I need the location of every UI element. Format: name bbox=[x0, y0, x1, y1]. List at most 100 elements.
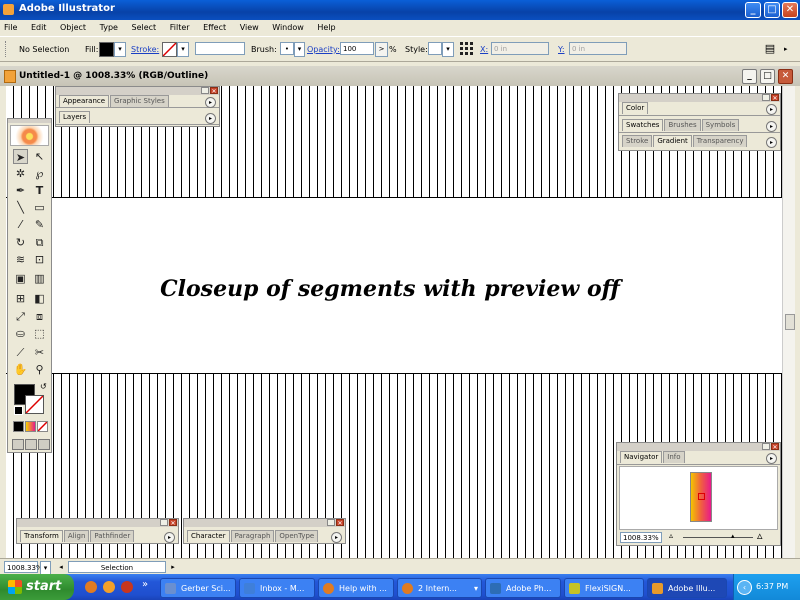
brush-swatch[interactable]: • bbox=[280, 42, 294, 55]
opacity-input[interactable]: 100 bbox=[340, 42, 374, 55]
character-menu-icon[interactable]: ▸ bbox=[331, 532, 342, 543]
y-input[interactable]: 0 in bbox=[569, 42, 627, 55]
control-palette-arrow-icon[interactable]: ▸ bbox=[784, 45, 788, 53]
navigator-menu-icon[interactable]: ▸ bbox=[766, 453, 777, 464]
transform-close-button[interactable]: ✕ bbox=[169, 519, 177, 527]
navigator-zoom-out-icon[interactable]: ▵ bbox=[669, 531, 673, 540]
type-tool-icon[interactable]: T bbox=[32, 183, 47, 198]
menu-help[interactable]: Help bbox=[317, 23, 335, 32]
paintbrush-tool-icon[interactable]: ⁄ bbox=[13, 217, 28, 232]
stroke-swatch[interactable] bbox=[162, 42, 177, 57]
navigator-zoom-field[interactable]: 1008.33% bbox=[620, 532, 662, 543]
menu-view[interactable]: View bbox=[240, 23, 259, 32]
screen-mode-full-icon[interactable] bbox=[38, 439, 50, 450]
hand-tool-icon[interactable]: ✋ bbox=[13, 362, 28, 377]
stroke-label[interactable]: Stroke: bbox=[131, 45, 159, 54]
tab-stroke[interactable]: Stroke bbox=[622, 135, 653, 147]
menu-file[interactable]: File bbox=[4, 23, 17, 32]
default-colors-icon[interactable] bbox=[14, 406, 23, 415]
quicklaunch-media-icon[interactable] bbox=[121, 581, 133, 593]
selection-tool-icon[interactable]: ➤ bbox=[13, 149, 28, 164]
opacity-label[interactable]: Opacity: bbox=[307, 45, 340, 54]
maximize-button[interactable]: □ bbox=[764, 2, 780, 18]
mesh-tool-icon[interactable]: ⊞ bbox=[13, 291, 28, 306]
character-close-button[interactable]: ✕ bbox=[336, 519, 344, 527]
pencil-tool-icon[interactable]: ✎ bbox=[32, 217, 47, 232]
tab-navigator[interactable]: Navigator bbox=[620, 451, 663, 463]
swatches-menu-icon[interactable]: ▸ bbox=[766, 121, 777, 132]
doc-close-button[interactable]: ✕ bbox=[778, 69, 793, 84]
x-input[interactable]: 0 in bbox=[491, 42, 549, 55]
doc-minimize-button[interactable]: _ bbox=[742, 69, 757, 84]
eyedropper-tool-icon[interactable]: ⤢ bbox=[13, 309, 28, 324]
tab-opentype[interactable]: OpenType bbox=[275, 530, 319, 542]
taskbar-button-gerber[interactable]: Gerber Sci... bbox=[160, 578, 236, 598]
stroke-color-box[interactable] bbox=[25, 395, 44, 414]
zoom-field[interactable]: 1008.33% bbox=[4, 561, 43, 573]
screen-mode-menu-icon[interactable] bbox=[25, 439, 37, 450]
y-label[interactable]: Y: bbox=[558, 45, 565, 54]
scale-tool-icon[interactable]: ⧉ bbox=[32, 235, 47, 250]
direct-selection-tool-icon[interactable]: ↖ bbox=[32, 149, 47, 164]
transform-menu-icon[interactable]: ▸ bbox=[164, 532, 175, 543]
swap-fill-stroke-icon[interactable]: ↺ bbox=[40, 382, 47, 391]
tray-expand-icon[interactable]: ‹ bbox=[737, 580, 752, 595]
quicklaunch-overflow-icon[interactable]: » bbox=[142, 579, 148, 590]
vertical-scrollbar[interactable] bbox=[782, 86, 795, 558]
appearance-menu-icon[interactable]: ▸ bbox=[205, 97, 216, 108]
brush-dropdown-icon[interactable]: ▾ bbox=[294, 42, 305, 57]
quicklaunch-firefox-icon[interactable] bbox=[85, 581, 97, 593]
menu-object[interactable]: Object bbox=[60, 23, 86, 32]
tab-align[interactable]: Align bbox=[63, 530, 90, 542]
color-close-button[interactable]: ✕ bbox=[771, 94, 779, 102]
navigator-preview[interactable] bbox=[619, 466, 778, 530]
opacity-arrow-icon[interactable]: > bbox=[375, 42, 388, 57]
tab-layers[interactable]: Layers bbox=[59, 111, 91, 123]
taskbar-button-help[interactable]: Help with ... bbox=[318, 578, 394, 598]
live-paint-selection-tool-icon[interactable]: ⬚ bbox=[32, 326, 47, 341]
navigator-close-button[interactable]: ✕ bbox=[771, 443, 779, 451]
zoom-tool-icon[interactable]: ⚲ bbox=[32, 362, 47, 377]
start-button[interactable]: start bbox=[0, 574, 74, 600]
style-dropdown-icon[interactable]: ▾ bbox=[442, 42, 454, 57]
quicklaunch-browser-icon[interactable] bbox=[103, 581, 115, 593]
character-minimize-button[interactable] bbox=[327, 519, 335, 526]
taskbar-button-internet[interactable]: 2 Intern... ▾ bbox=[397, 578, 482, 598]
navigator-slider-thumb[interactable]: ▴ bbox=[731, 532, 735, 540]
fill-dropdown-icon[interactable]: ▾ bbox=[114, 42, 126, 57]
column-graph-tool-icon[interactable]: ▥ bbox=[32, 271, 47, 286]
fill-swatch[interactable] bbox=[99, 42, 114, 57]
x-label[interactable]: X: bbox=[480, 45, 488, 54]
taskbar-button-inbox[interactable]: Inbox - M... bbox=[239, 578, 315, 598]
menu-edit[interactable]: Edit bbox=[31, 23, 47, 32]
tab-transparency[interactable]: Transparency bbox=[692, 135, 748, 147]
layers-menu-icon[interactable]: ▸ bbox=[205, 113, 216, 124]
status-menu-icon[interactable]: ▸ bbox=[168, 561, 178, 573]
color-mode-icon[interactable] bbox=[13, 421, 24, 432]
free-transform-tool-icon[interactable]: ⊡ bbox=[32, 252, 47, 267]
scroll-thumb[interactable] bbox=[785, 314, 795, 330]
taskbar-button-illustrator[interactable]: Adobe Illu... bbox=[647, 578, 727, 598]
taskbar-button-flexisign[interactable]: FlexiSIGN... bbox=[564, 578, 644, 598]
warp-tool-icon[interactable]: ≋ bbox=[13, 252, 28, 267]
menu-filter[interactable]: Filter bbox=[170, 23, 190, 32]
tab-brushes[interactable]: Brushes bbox=[664, 119, 701, 131]
style-swatch[interactable] bbox=[428, 42, 442, 55]
rectangle-tool-icon[interactable]: ▭ bbox=[32, 200, 47, 215]
tab-pathfinder[interactable]: Pathfinder bbox=[90, 530, 135, 542]
taskbar-button-photoshop[interactable]: Adobe Ph... bbox=[485, 578, 561, 598]
tab-swatches[interactable]: Swatches bbox=[622, 119, 664, 131]
navigator-minimize-button[interactable] bbox=[762, 443, 770, 450]
menu-type[interactable]: Type bbox=[100, 23, 118, 32]
tab-gradient[interactable]: Gradient bbox=[653, 135, 692, 147]
tab-info[interactable]: Info bbox=[663, 451, 685, 463]
navigator-view-box[interactable] bbox=[698, 493, 705, 500]
tab-graphic-styles[interactable]: Graphic Styles bbox=[110, 95, 169, 107]
status-scroll-left-icon[interactable]: ◂ bbox=[56, 561, 66, 573]
control-palette-menu-icon[interactable]: ▤ bbox=[762, 41, 778, 56]
zoom-dropdown-icon[interactable]: ▾ bbox=[40, 561, 51, 575]
tab-paragraph[interactable]: Paragraph bbox=[230, 530, 275, 542]
tab-character[interactable]: Character bbox=[187, 530, 230, 542]
slice-tool-icon[interactable]: ⟋ bbox=[13, 345, 28, 360]
minimize-button[interactable]: _ bbox=[745, 2, 761, 18]
